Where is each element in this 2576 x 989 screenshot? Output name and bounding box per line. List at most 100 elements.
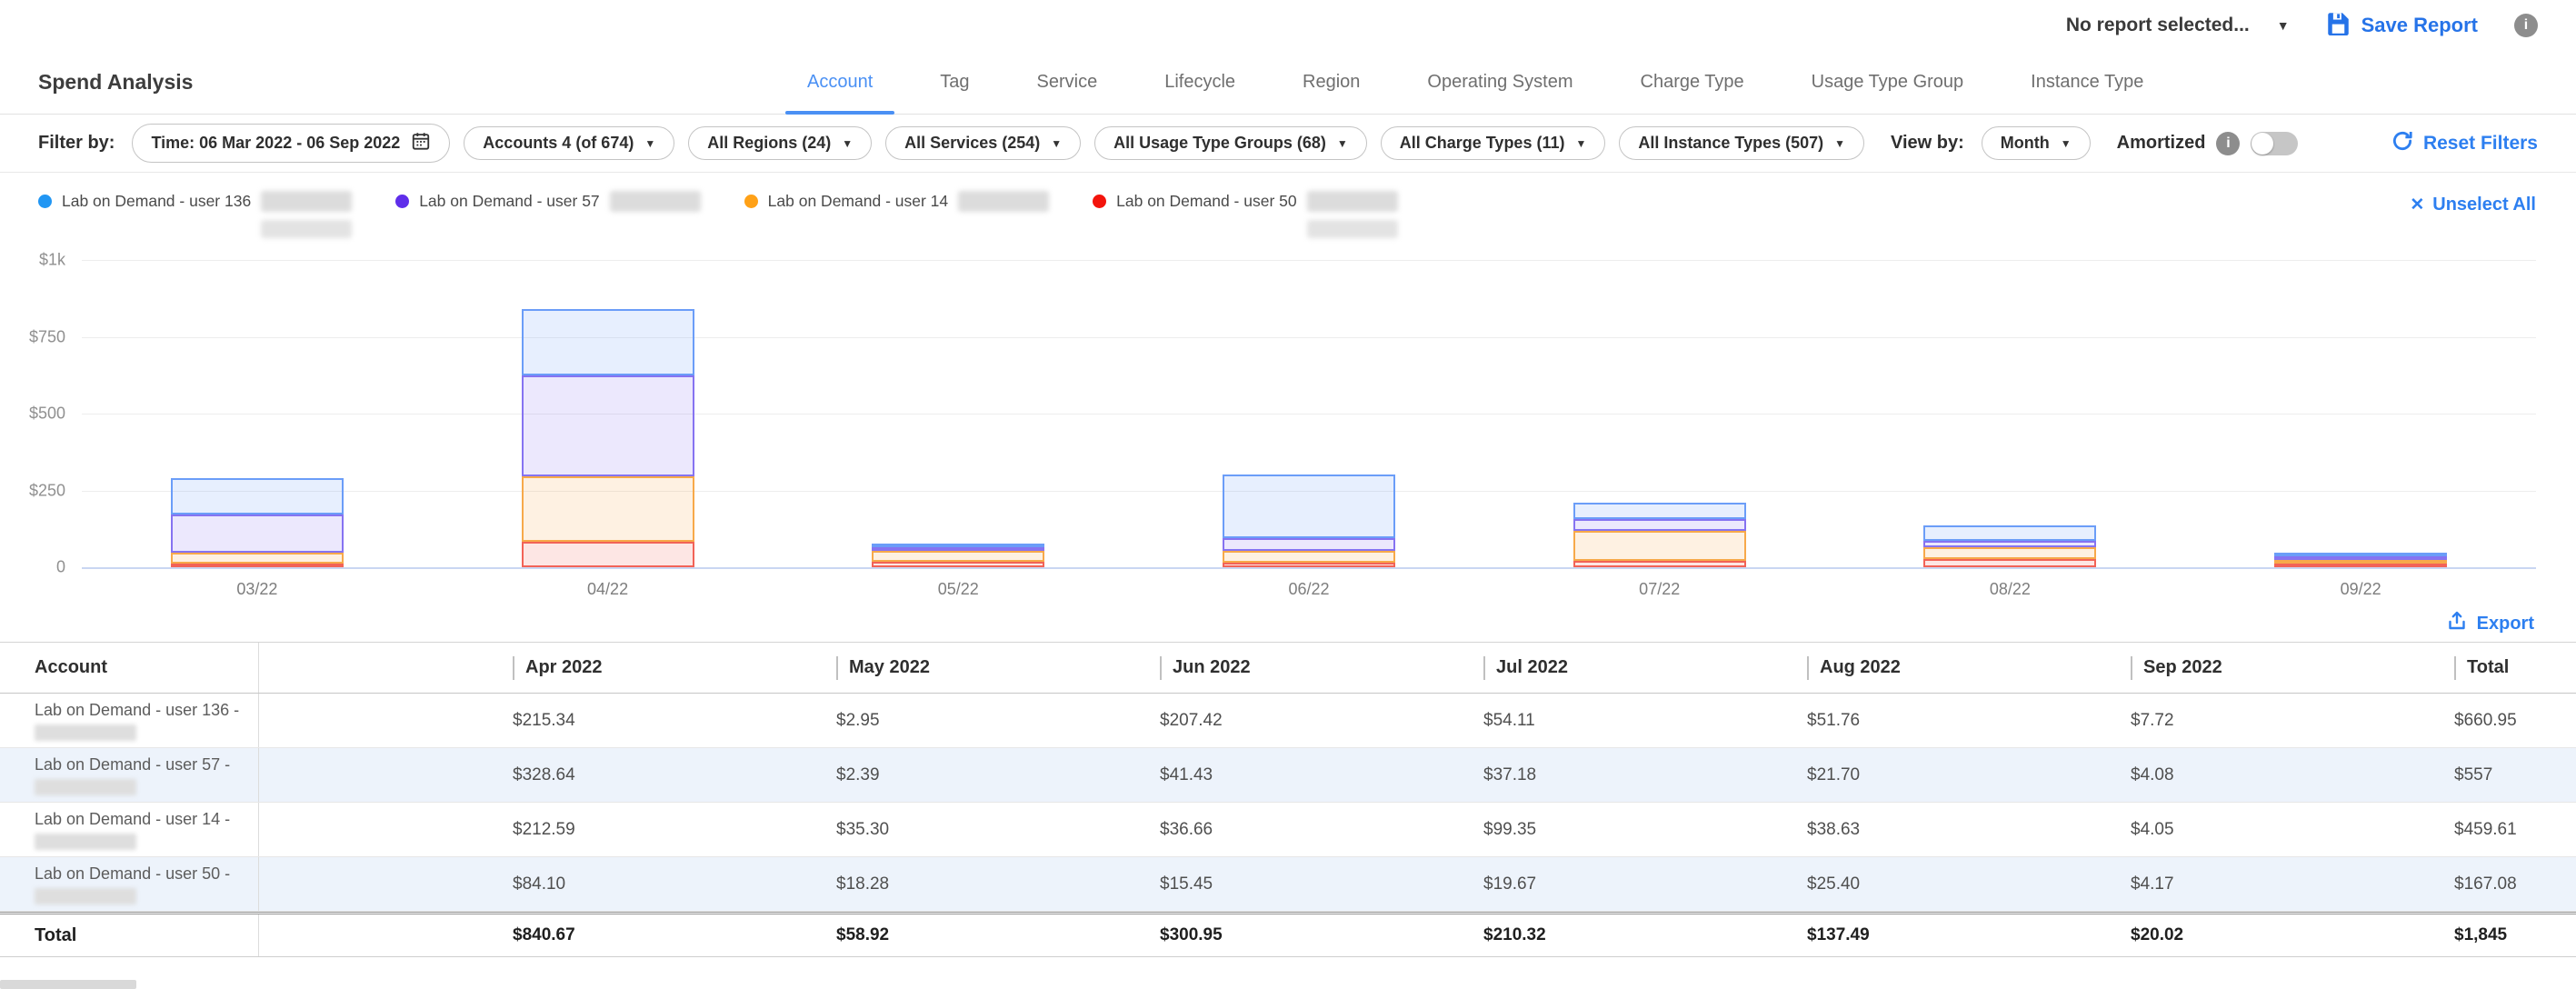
bar-segment-lab-on-demand-user-14[interactable] [171,553,344,564]
total-value-cell-sep-2022: $20.02 [2118,914,2441,956]
column-header-total: Total [2441,643,2576,693]
legend-item-lab-on-demand-user-14[interactable]: Lab on Demand - user 14 [744,191,1049,212]
bar-segment-lab-on-demand-user-14[interactable] [872,551,1044,562]
bar-segment-lab-on-demand-user-50[interactable] [872,562,1044,567]
filter-pill-all-services[interactable]: All Services (254)▼ [885,126,1081,160]
bar-segment-lab-on-demand-user-136[interactable] [171,478,344,515]
redacted-text [261,220,352,238]
bar-segment-lab-on-demand-user-50[interactable] [171,564,344,567]
redacted-text [35,888,136,904]
bar-08-22[interactable] [1923,525,2096,567]
bar-segment-lab-on-demand-user-50[interactable] [1923,559,2096,567]
bar-06-22[interactable] [1223,475,1395,567]
bar-segment-lab-on-demand-user-14[interactable] [1923,547,2096,559]
legend-item-lab-on-demand-user-136[interactable]: Lab on Demand - user 136 [38,191,352,212]
bar-segment-lab-on-demand-user-57[interactable] [1223,538,1395,551]
filter-pill-all-usage-type-groups[interactable]: All Usage Type Groups (68)▼ [1094,126,1367,160]
view-by-value: Month [2001,134,2050,153]
filter-pill-all-charge-types[interactable]: All Charge Types (11) ▼ [1381,126,1606,160]
reset-filters-button[interactable]: Reset Filters [2391,129,2538,158]
bar-segment-lab-on-demand-user-57[interactable] [171,514,344,552]
column-header-label: Account [35,657,107,678]
horizontal-scrollbar-thumb[interactable] [0,980,136,989]
chevron-down-icon: ▼ [1575,137,1586,150]
account-label: Lab on Demand - user 57 - [35,755,230,774]
amortized-toggle[interactable] [2251,132,2298,155]
bar-segment-lab-on-demand-user-50[interactable] [1573,561,1746,567]
filter-pill-all-regions[interactable]: All Regions (24)▼ [688,126,872,160]
report-selector-dropdown[interactable]: No report selected... ▼ [2066,15,2290,36]
tab-instance-type[interactable]: Instance Type [2023,51,2151,114]
bar-segment-lab-on-demand-user-136[interactable] [1923,525,2096,541]
filter-pill-accounts-4[interactable]: Accounts 4 (of 674)▼ [464,126,674,160]
view-by-dropdown[interactable]: Month ▼ [1982,126,2091,160]
cell-value: $557 [2454,765,2492,785]
bar-segment-lab-on-demand-user-57[interactable] [1573,519,1746,531]
bar-segment-lab-on-demand-user-50[interactable] [522,542,694,567]
filter-pill-label: All Regions (24) [707,134,831,153]
bar-03-22[interactable] [171,478,344,567]
cell-value: $2.95 [836,711,880,731]
topbar: No report selected... ▼ Save Report i [0,0,2576,51]
cell-value: $2.39 [836,765,880,785]
bar-04-22[interactable] [522,309,694,567]
total-label: Total [35,925,76,946]
filter-pill-label: All Services (254) [904,134,1040,153]
tab-tag[interactable]: Tag [933,51,976,114]
redacted-text [1307,191,1398,212]
save-report-button[interactable]: Save Report [2326,11,2478,41]
tab-service[interactable]: Service [1030,51,1105,114]
export-button[interactable]: Export [2446,610,2534,637]
value-cell-jun-2022: $15.45 [1147,857,1471,911]
bar-segment-lab-on-demand-user-50[interactable] [1223,563,1395,567]
redacted-text [1307,220,1398,238]
value-cell-may-2022: $18.28 [824,857,1147,911]
filter-pill-label: All Usage Type Groups (68) [1113,134,1326,153]
bar-segment-lab-on-demand-user-14[interactable] [522,476,694,542]
table-header-row: AccountApr 2022May 2022Jun 2022Jul 2022A… [0,643,2576,694]
column-divider [513,656,514,680]
tab-account[interactable]: Account [800,51,880,114]
table-row: Lab on Demand - user 57 -$328.64$2.39$41… [0,748,2576,803]
cell-value: $1,845 [2454,925,2507,945]
filter-pill-all-instance-types[interactable]: All Instance Types (507)▼ [1619,126,1864,160]
column-header-label: Aug 2022 [1820,657,1901,678]
legend-item-lab-on-demand-user-50[interactable]: Lab on Demand - user 50 [1093,191,1397,212]
account-cell: Lab on Demand - user 50 - [0,857,259,911]
value-cell-aug-2022: $21.70 [1794,748,2118,802]
tab-lifecycle[interactable]: Lifecycle [1157,51,1243,114]
bar-07-22[interactable] [1573,503,1746,567]
value-cell-apr-2022: $84.10 [500,857,824,911]
bar-segment-lab-on-demand-user-136[interactable] [522,309,694,375]
value-cell-may-2022: $2.95 [824,694,1147,747]
info-icon[interactable]: i [2514,14,2538,37]
bar-segment-lab-on-demand-user-14[interactable] [1573,531,1746,562]
value-cell-jun-2022: $41.43 [1147,748,1471,802]
value-cell-sep-2022: $7.72 [2118,694,2441,747]
unselect-all-button[interactable]: ✕ Unselect All [2410,195,2536,215]
legend-item-label: Lab on Demand - user 50 [1116,192,1296,211]
tab-operating-system[interactable]: Operating System [1420,51,1580,114]
legend-item-label: Lab on Demand - user 57 [419,192,599,211]
info-icon[interactable]: i [2216,132,2240,155]
bar-segment-lab-on-demand-user-57[interactable] [1923,541,2096,547]
tab-region[interactable]: Region [1295,51,1367,114]
spacer-cell [259,694,500,747]
table-total-row: Total$840.67$58.92$300.95$210.32$137.49$… [0,912,2576,957]
x-axis-label: 07/22 [1639,580,1680,599]
bar-segment-lab-on-demand-user-136[interactable] [1573,503,1746,519]
bar-segment-lab-on-demand-user-57[interactable] [522,375,694,476]
legend-item-lab-on-demand-user-57[interactable]: Lab on Demand - user 57 [395,191,700,212]
tab-charge-type[interactable]: Charge Type [1633,51,1752,114]
export-row: Export [0,605,2576,642]
tab-usage-type-group[interactable]: Usage Type Group [1804,51,1972,114]
bar-segment-lab-on-demand-user-14[interactable] [1223,551,1395,562]
bar-05-22[interactable] [872,544,1044,567]
bar-segment-lab-on-demand-user-136[interactable] [1223,475,1395,538]
save-icon [2326,11,2351,41]
filter-pill-time[interactable]: Time: 06 Mar 2022 - 06 Sep 2022 [132,124,450,163]
filter-pill-label: All Charge Types (11) [1400,134,1565,153]
bar-09-22[interactable] [2274,553,2447,567]
bar-segment-lab-on-demand-user-50[interactable] [2274,564,2447,567]
gridline [82,567,2536,569]
